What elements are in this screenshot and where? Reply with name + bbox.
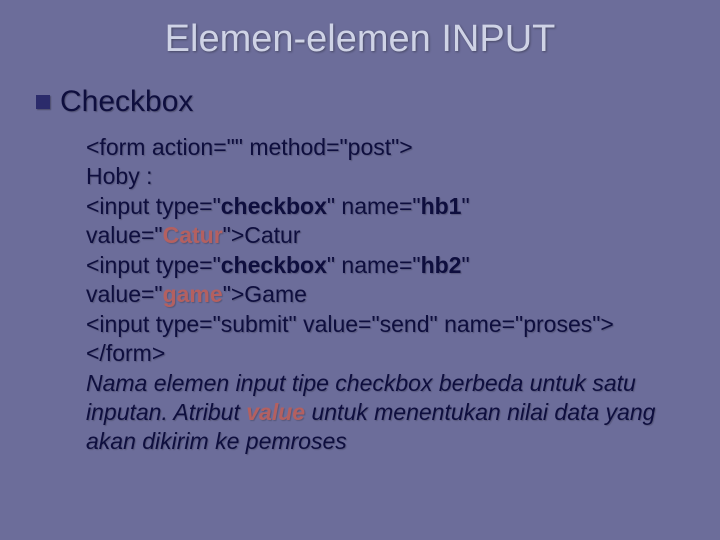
code-value: Catur [163, 222, 223, 248]
note-highlight: value [246, 399, 305, 425]
code-text: " name=" [327, 193, 421, 219]
code-line: Hoby : [86, 162, 684, 191]
code-line: <form action="" method="post"> [86, 133, 684, 162]
code-line: </form> [86, 339, 684, 368]
code-text: ">Game [223, 281, 307, 307]
code-line: <input type="submit" value="send" name="… [86, 310, 684, 339]
code-text: " [461, 252, 469, 278]
code-text: <input type=" [86, 252, 221, 278]
bullet-square-icon [36, 95, 50, 109]
code-line: <input type="checkbox" name="hb1" value=… [86, 192, 684, 251]
note-text: Nama elemen input tipe checkbox berbeda … [86, 369, 684, 457]
code-value: game [163, 281, 223, 307]
code-keyword: checkbox [221, 252, 327, 278]
body-content: <form action="" method="post"> Hoby : <i… [86, 133, 684, 457]
code-line: <input type="checkbox" name="hb2" [86, 251, 684, 280]
section-heading: Checkbox [60, 85, 193, 119]
code-text: " name=" [327, 252, 421, 278]
code-keyword: checkbox [221, 193, 327, 219]
code-keyword: hb2 [421, 252, 462, 278]
code-text: value=" [86, 281, 163, 307]
bullet-heading-row: Checkbox [36, 85, 684, 119]
code-text: ">Catur [223, 222, 301, 248]
code-text: <input type=" [86, 193, 221, 219]
code-line: value="game">Game [86, 280, 684, 309]
slide-title: Elemen-elemen INPUT [36, 18, 684, 61]
code-keyword: hb1 [421, 193, 462, 219]
